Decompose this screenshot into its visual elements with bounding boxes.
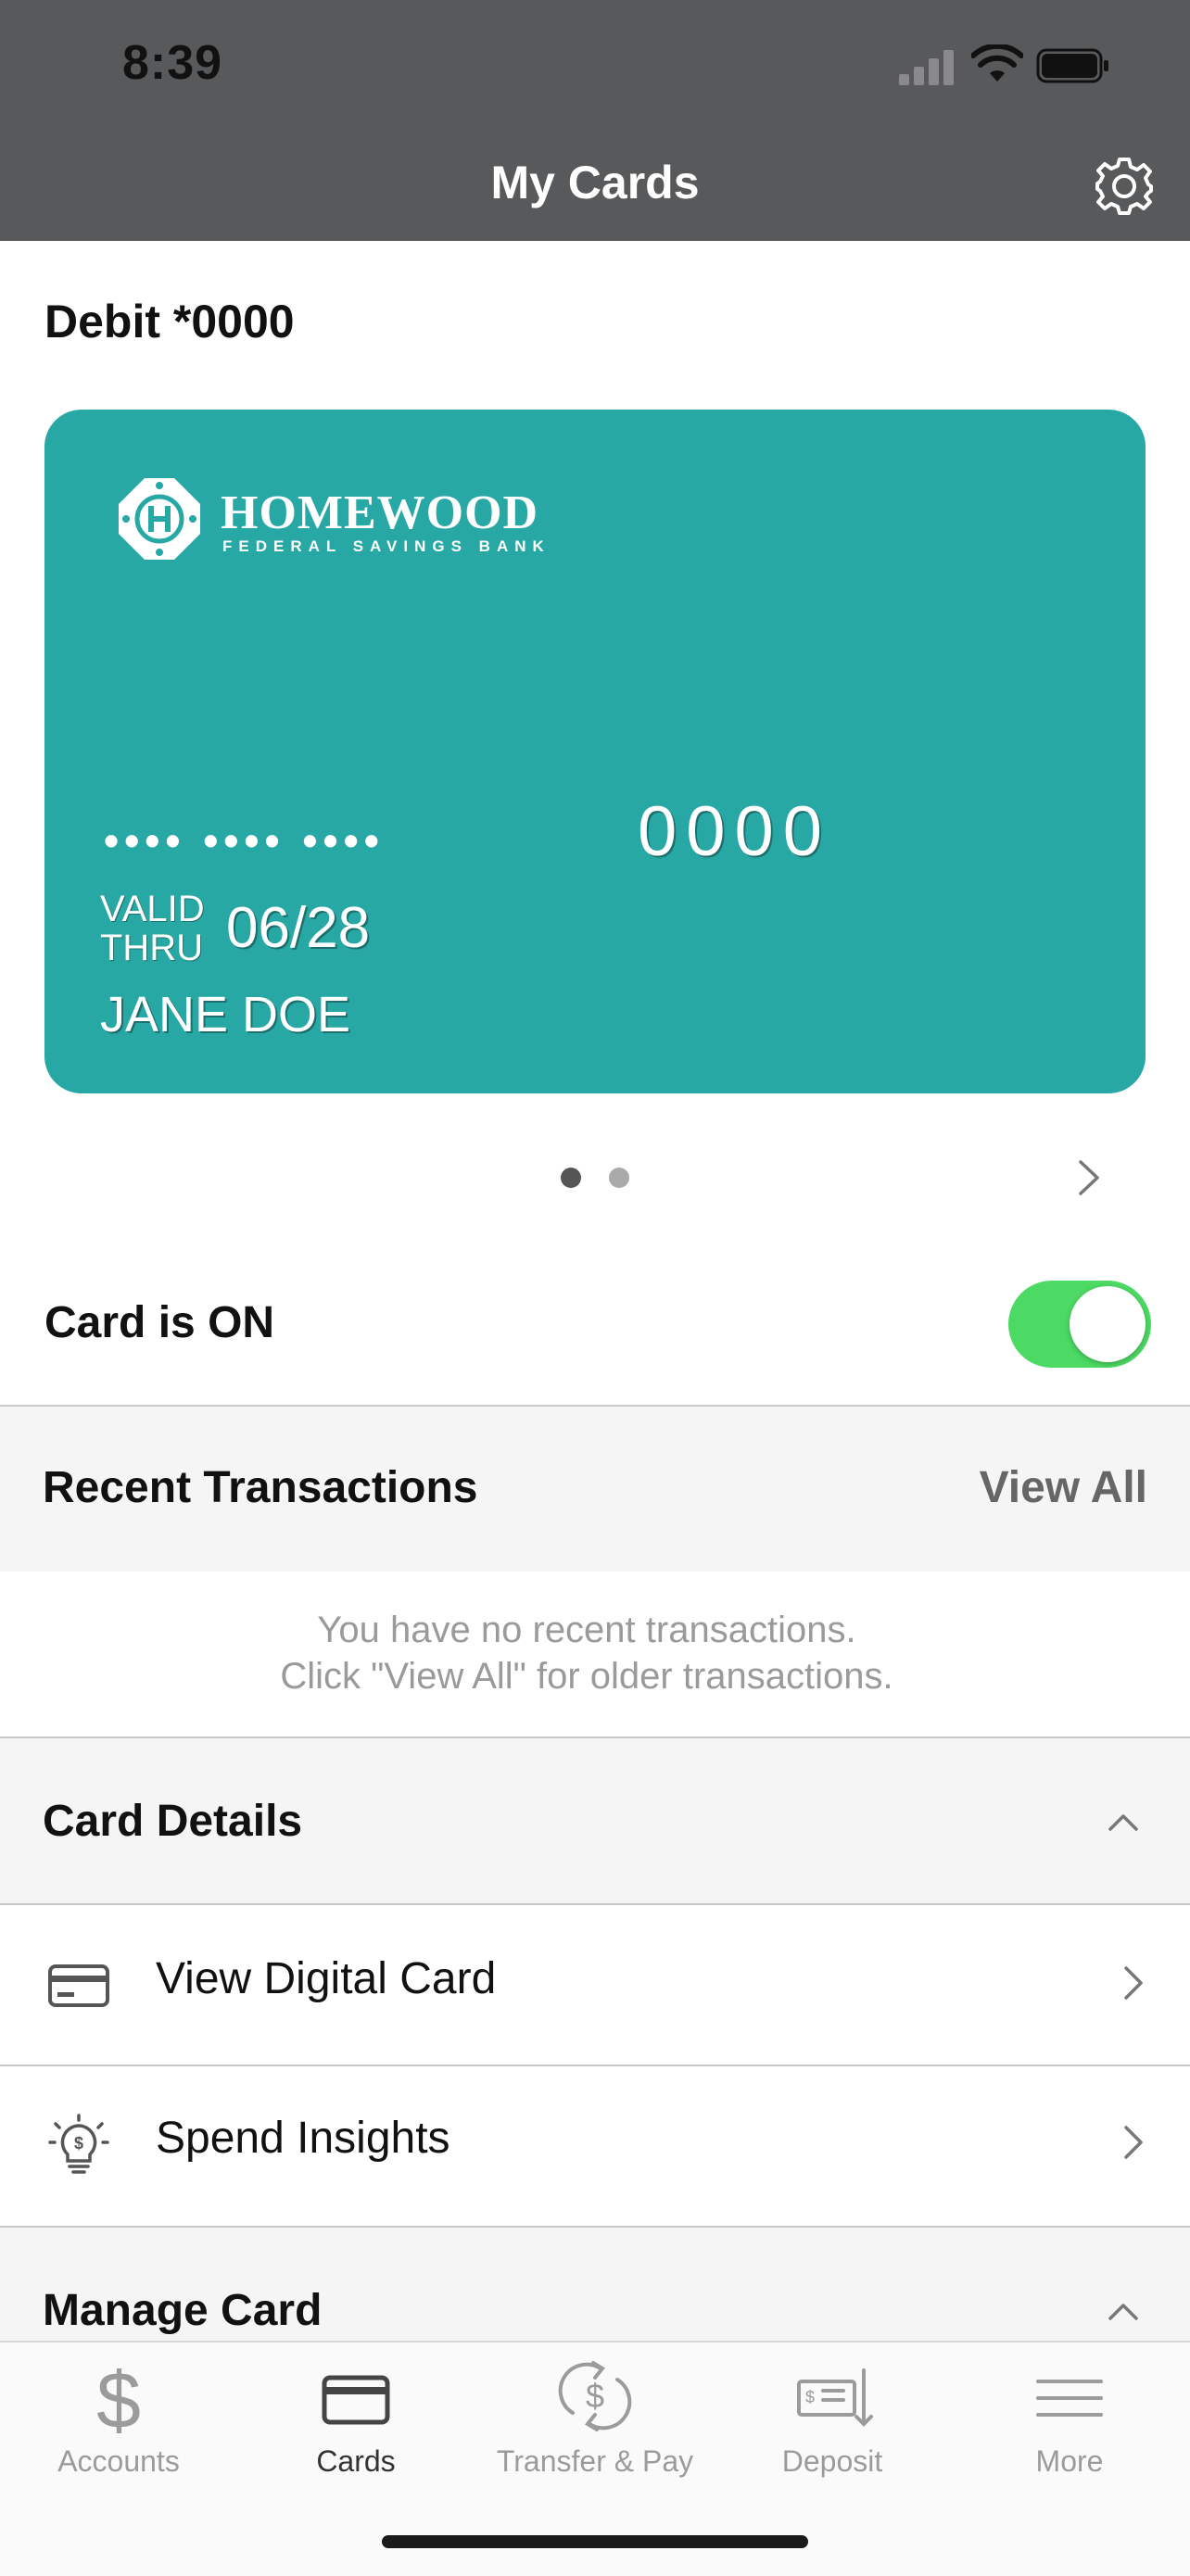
status-time: 8:39 [122,36,223,90]
card-account-label: Debit *0000 [44,296,295,347]
lightbulb-dollar-icon: $ [48,2114,109,2174]
bank-logo-subtitle: FEDERAL SAVINGS BANK [222,537,551,555]
credit-card-icon [48,1964,109,2007]
svg-text:$: $ [805,2388,815,2406]
bank-logo-wordmark: HOMEWOOD [221,486,539,539]
chevron-right-icon [1124,1966,1143,2000]
empty-transactions-line1: You have no recent transactions. [317,1610,856,1650]
svg-text:$: $ [74,2134,83,2153]
tab-deposit[interactable]: $ Deposit [714,2357,951,2487]
svg-text:$: $ [96,2357,141,2435]
homewood-logo-icon [119,478,200,560]
page-dot[interactable] [609,1168,629,1188]
view-all-link[interactable]: View All [980,1462,1147,1513]
empty-transactions-line2: Click "View All" for older transactions. [280,1656,893,1697]
card-number-mask: •••• •••• •••• [104,816,385,865]
manage-card-header[interactable]: Manage Card [0,2228,1190,2341]
collapse-chevron-icon[interactable] [1107,2300,1140,2322]
page-title: My Cards [490,157,700,208]
battery-icon [1036,48,1108,83]
card-expiry: 06/28 [226,896,371,960]
card-status-label: Card is ON [44,1298,275,1347]
navigation-bar: 8:39 My Cards [0,0,1190,241]
view-digital-card-row[interactable]: View Digital Card [0,1905,1190,2065]
tab-accounts[interactable]: $ Accounts [0,2357,237,2487]
check-deposit-icon: $ [797,2368,873,2427]
svg-text:$: $ [586,2377,604,2415]
manage-card-title: Manage Card [43,2286,323,2335]
card-on-toggle[interactable] [1008,1281,1151,1368]
card-icon [322,2375,390,2425]
recent-transactions-header: Recent Transactions View All [0,1407,1190,1572]
tab-transfer-pay[interactable]: $ Transfer & Pay [476,2357,714,2487]
page-dot-active[interactable] [561,1168,581,1188]
home-indicator [382,2535,808,2548]
view-digital-card-label: View Digital Card [156,1954,497,2003]
tab-more[interactable]: More [951,2357,1188,2487]
recent-transactions-title: Recent Transactions [43,1463,478,1512]
next-card-chevron-icon[interactable] [1071,1156,1105,1199]
cellular-signal-icon [899,48,956,85]
spend-insights-label: Spend Insights [156,2114,450,2163]
wifi-icon [971,44,1023,82]
toggle-knob [1070,1286,1146,1362]
debit-card[interactable]: HOMEWOOD FEDERAL SAVINGS BANK •••• •••• … [44,410,1146,1093]
tab-label: Cards [316,2444,396,2478]
collapse-chevron-icon[interactable] [1107,1811,1140,1833]
tab-label: Accounts [57,2444,180,2478]
settings-gear-icon[interactable] [1094,156,1155,217]
spend-insights-row[interactable]: $ Spend Insights [0,2066,1190,2226]
card-last4: 0000 [638,792,832,871]
tab-label: Transfer & Pay [496,2444,694,2478]
valid-thru-label: VALID THRU [100,889,205,968]
chevron-right-icon [1124,2126,1143,2159]
card-details-title: Card Details [43,1797,303,1846]
transfer-icon: $ [558,2361,632,2431]
menu-icon [1036,2380,1103,2417]
tab-label: More [1035,2444,1104,2478]
tab-cards[interactable]: Cards [237,2357,475,2487]
tab-label: Deposit [781,2444,883,2478]
dollar-icon: $ [96,2357,141,2435]
cardholder-name: JANE DOE [100,987,351,1042]
card-details-header[interactable]: Card Details [0,1738,1190,1903]
